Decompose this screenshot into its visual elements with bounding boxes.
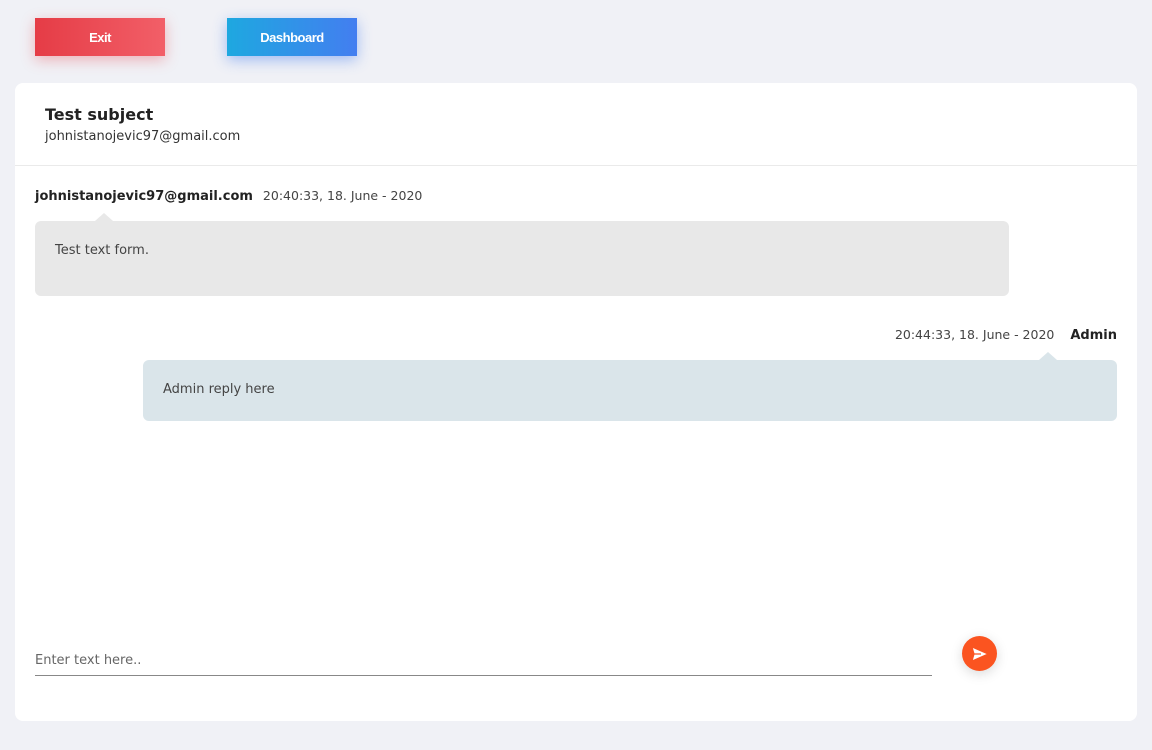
send-button[interactable] (962, 636, 997, 671)
ticket-header: Test subject johnistanojevic97@gmail.com (15, 83, 1137, 166)
message-time: 20:40:33, 18. June - 2020 (262, 188, 423, 203)
message-text: Test text form. (55, 243, 149, 258)
message-bubble: Test text form. (35, 213, 1009, 296)
ticket-card: Test subject johnistanojevic97@gmail.com… (15, 83, 1137, 721)
exit-button[interactable]: Exit (35, 18, 165, 56)
message-meta: 20:44:33, 18. June - 2020 Admin (895, 327, 1117, 343)
message-author: Admin (1070, 328, 1117, 343)
message-text: Admin reply here (163, 382, 275, 397)
send-icon (970, 645, 989, 662)
reply-bubble: Admin reply here (143, 352, 1117, 421)
ticket-email: johnistanojevic97@gmail.com (45, 129, 241, 144)
message-input[interactable] (35, 638, 932, 676)
message-time: 20:44:33, 18. June - 2020 (894, 327, 1055, 342)
ticket-subject: Test subject (45, 105, 154, 124)
dashboard-button[interactable]: Dashboard (227, 18, 357, 56)
message-meta: johnistanojevic97@gmail.com 20:40:33, 18… (35, 188, 422, 204)
message-author: johnistanojevic97@gmail.com (35, 189, 253, 204)
